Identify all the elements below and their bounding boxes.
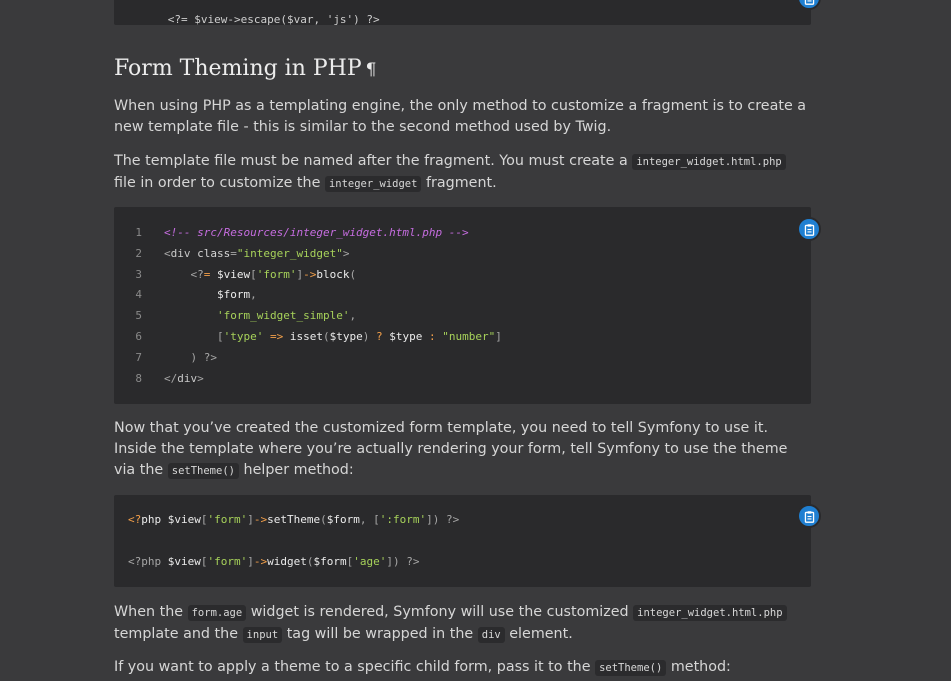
code-line: 8 </div> [114, 369, 502, 390]
inline-code: integer_widget [324, 175, 422, 192]
line-number: 5 [135, 309, 142, 323]
clipboard-icon [804, 510, 814, 523]
code-line: 3 <?= $view['form']->block( [114, 265, 502, 286]
inline-code: integer_widget.html.php [632, 154, 786, 170]
line-number: 1 [135, 226, 142, 239]
line-number: 7 [135, 350, 142, 364]
paragraph-intro: When using PHP as a templating engine, t… [114, 98, 807, 135]
code-block-integer-widget: 1 <!-- src/Resources/integer_widget.html.… [114, 207, 821, 404]
code-line: 1 <!-- src/Resources/integer_widget.html.… [114, 223, 502, 244]
inline-code: div [477, 626, 505, 643]
code-block-set-theme: <?php $view['form']->setTheme($form, [':… [114, 495, 821, 587]
paragraph-widget-rendered: When the form.age widget is rendered, Sy… [114, 602, 811, 646]
text: template and the [114, 625, 243, 642]
copy-code-button[interactable] [797, 504, 821, 528]
copy-code-button[interactable] [797, 0, 821, 10]
copy-code-button[interactable] [797, 217, 821, 241]
code-block-escape: <?= $view->escape($var, 'js') ?> [114, 0, 821, 26]
code-line: <?= $view->escape($var, 'js') ?> [128, 0, 380, 26]
text: tag will be wrapped in the [282, 625, 478, 642]
clipboard-icon [804, 223, 814, 236]
text: If you want to apply a theme to a specif… [114, 659, 596, 675]
code-line: 7 ) ?> [114, 348, 502, 369]
line-number: 2 [135, 246, 142, 260]
heading-anchor-link[interactable]: ¶ [366, 60, 377, 80]
paragraph-template-naming: The template file must be named after th… [114, 151, 811, 195]
text: fragment. [421, 174, 497, 191]
code-line: 6 ['type' => isset($type) ? $type : "num… [114, 327, 501, 348]
section-heading: Form Theming in PHP ¶ [114, 56, 377, 81]
inline-code: form.age [187, 605, 247, 621]
text: element. [504, 625, 573, 642]
text: helper method: [238, 461, 354, 478]
text: When the [114, 604, 188, 620]
code-lines: 1 <!-- src/Resources/integer_widget.html.… [114, 223, 502, 390]
code-line: <?php $view['form']->widget($form['age']… [128, 555, 420, 568]
inline-code: integer_widget.html.php [633, 605, 787, 621]
line-number: 6 [135, 329, 142, 343]
code-line: 5 'form_widget_simple', [114, 306, 502, 327]
text: file in order to customize the [114, 174, 325, 191]
code-line: <?php $view['form']->setTheme($form, [':… [128, 513, 460, 526]
inline-code: setTheme() [167, 462, 239, 479]
inline-code: setTheme() [595, 660, 667, 676]
line-number: 3 [135, 267, 142, 281]
paragraph-set-theme: Now that you’ve created the customized f… [114, 418, 811, 481]
text: method: [666, 659, 731, 675]
inline-code: input [242, 626, 283, 643]
section-title: Form Theming in PHP [114, 56, 362, 81]
text: The template file must be named after th… [114, 153, 633, 169]
line-number: 4 [135, 288, 142, 302]
code-line: 2 <div class="integer_widget"> [114, 244, 502, 265]
line-number: 8 [135, 371, 142, 385]
clipboard-icon [804, 0, 814, 5]
code-line: 4 $form, [114, 285, 502, 306]
code-text: <!-- src/Resources/integer_widget.html.p… [164, 226, 469, 239]
text: widget is rendered, Symfony will use the… [246, 604, 634, 620]
paragraph-child-form: If you want to apply a theme to a specif… [114, 657, 811, 679]
code-text: <?= $view->escape($var, 'js') ?> [167, 13, 380, 26]
